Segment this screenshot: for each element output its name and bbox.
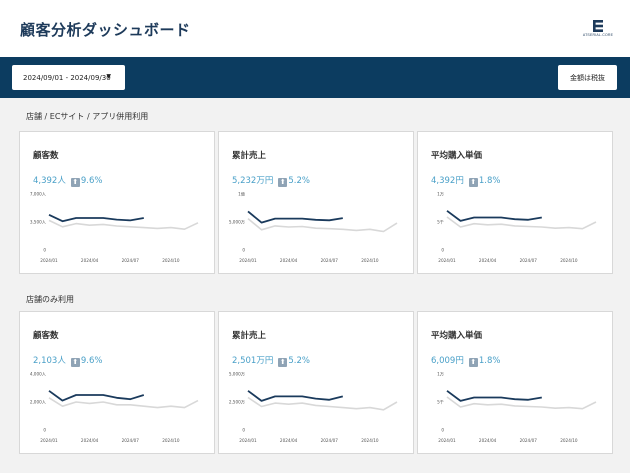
kpi-card-sales: 累計売上 2,501万円 ⬆ 5.2% 5,000万 2,500万 0 2024/01 2024… (218, 311, 414, 454)
trend-line-chart: 1万 5千 0 2024/01 2024/04 2024/07 2024/10 (437, 372, 597, 443)
x-tick-label: 2024/07 (520, 438, 538, 443)
y-tick-label: 1万 (437, 192, 444, 198)
date-range-dropdown[interactable]: 2024/09/01 - 2024/09/30 ▼ (12, 65, 125, 90)
trend-line-chart: 4,000人 2,000人 0 2024/01 2024/04 2024/07 2024/1… (30, 372, 199, 443)
x-tick-label: 2024/04 (479, 438, 497, 443)
y-tick-label: 7,000人 (30, 192, 47, 197)
x-tick-label: 2024/10 (361, 258, 379, 263)
x-tick-label: 2024/07 (122, 258, 140, 263)
x-tick-label: 2024/10 (560, 258, 578, 263)
y-tick-label: 0 (43, 428, 46, 433)
kpi-card-customers: 顧客数 2,103人 ⬆ 9.6% 4,000人 2,000人 0 2024/01 2024/0… (19, 311, 215, 454)
kpi-card-avg-price: 平均購入単価 4,392円 ⬆ 1.8% 1万 5千 0 2024/01 2024/04 2024… (417, 131, 613, 274)
x-tick-label: 2024/04 (479, 258, 497, 263)
y-tick-label: 4,000人 (30, 372, 47, 377)
trend-line-chart: 5,000万 2,500万 0 2024/01 2024/04 2024/07 2024/1… (229, 372, 398, 443)
x-tick-label: 2024/04 (280, 258, 298, 263)
date-range-label: 2024/09/01 - 2024/09/30 (23, 73, 111, 82)
x-tick-label: 2024/01 (40, 258, 58, 263)
x-tick-label: 2024/07 (520, 258, 538, 263)
x-tick-label: 2024/07 (321, 258, 339, 263)
y-tick-label: 5千 (437, 219, 444, 226)
section-title-store-only: 店舗のみ利用 (26, 295, 74, 304)
tax-toggle-button[interactable]: 金額は税抜 (558, 65, 617, 90)
chevron-down-icon: ▼ (106, 73, 111, 80)
x-tick-label: 2024/04 (280, 438, 298, 443)
filter-toolbar: 2024/09/01 - 2024/09/30 ▼ 金額は税抜 (0, 57, 630, 98)
x-tick-label: 2024/04 (81, 438, 99, 443)
y-tick-label: 3,500人 (30, 220, 47, 225)
kpi-card-customers: 顧客数 4,392人 ⬆ 9.6% 7,000人 3,500人 0 2024/01 2024/0… (19, 131, 215, 274)
logo-text: ATSERIAL.CORE (582, 33, 614, 37)
trend-line-chart: 7,000人 3,500人 0 2024/01 2024/04 2024/07 2024/1… (30, 192, 199, 263)
section-title-omni: 店舗 / ECサイト / アプリ併用利用 (26, 112, 149, 121)
series-line-current (247, 390, 344, 402)
trend-line-chart: 1億 5,000万 0 2024/01 2024/04 2024/07 2024/10 (229, 191, 398, 263)
y-tick-label: 0 (242, 248, 245, 253)
y-tick-label: 5千 (437, 399, 444, 406)
y-tick-label: 0 (441, 428, 444, 433)
series-line-current (48, 213, 144, 223)
x-tick-label: 2024/01 (239, 258, 257, 263)
y-tick-label: 5,000万 (229, 220, 245, 226)
y-tick-label: 1万 (437, 372, 444, 378)
company-logo: ATSERIAL.CORE (582, 18, 614, 40)
y-tick-label: 0 (242, 428, 245, 433)
x-tick-label: 2024/01 (438, 258, 456, 263)
x-tick-label: 2024/10 (162, 438, 180, 443)
trend-line-chart: 1万 5千 0 2024/01 2024/04 2024/07 2024/10 (437, 192, 597, 263)
page-title: 顧客分析ダッシュボード (20, 21, 191, 39)
x-tick-label: 2024/04 (81, 258, 99, 263)
app-header: 顧客分析ダッシュボード ATSERIAL.CORE (0, 0, 630, 57)
series-line-current (48, 390, 145, 402)
series-line-current (446, 210, 542, 222)
y-tick-label: 5,000万 (229, 372, 245, 378)
x-tick-label: 2024/01 (40, 438, 58, 443)
y-tick-label: 1億 (238, 191, 246, 198)
y-tick-label: 2,000人 (30, 400, 47, 405)
x-tick-label: 2024/01 (239, 438, 257, 443)
x-tick-label: 2024/01 (438, 438, 456, 443)
x-tick-label: 2024/07 (122, 438, 140, 443)
series-line-current (446, 390, 542, 402)
kpi-card-sales: 累計売上 5,232万円 ⬆ 5.2% 1億 5,000万 0 2024/01 2024/04 2… (218, 131, 414, 274)
kpi-card-avg-price: 平均購入単価 6,009円 ⬆ 1.8% 1万 5千 0 2024/01 2024/04 2024… (417, 311, 613, 454)
y-tick-label: 0 (441, 248, 444, 253)
x-tick-label: 2024/07 (321, 438, 339, 443)
y-tick-label: 0 (43, 248, 46, 253)
logo-mark-icon (593, 20, 603, 32)
x-tick-label: 2024/10 (361, 438, 379, 443)
y-tick-label: 2,500万 (229, 400, 245, 406)
series-line-comparison (48, 219, 199, 230)
x-tick-label: 2024/10 (162, 258, 180, 263)
series-line-current (247, 210, 343, 224)
x-tick-label: 2024/10 (560, 438, 578, 443)
